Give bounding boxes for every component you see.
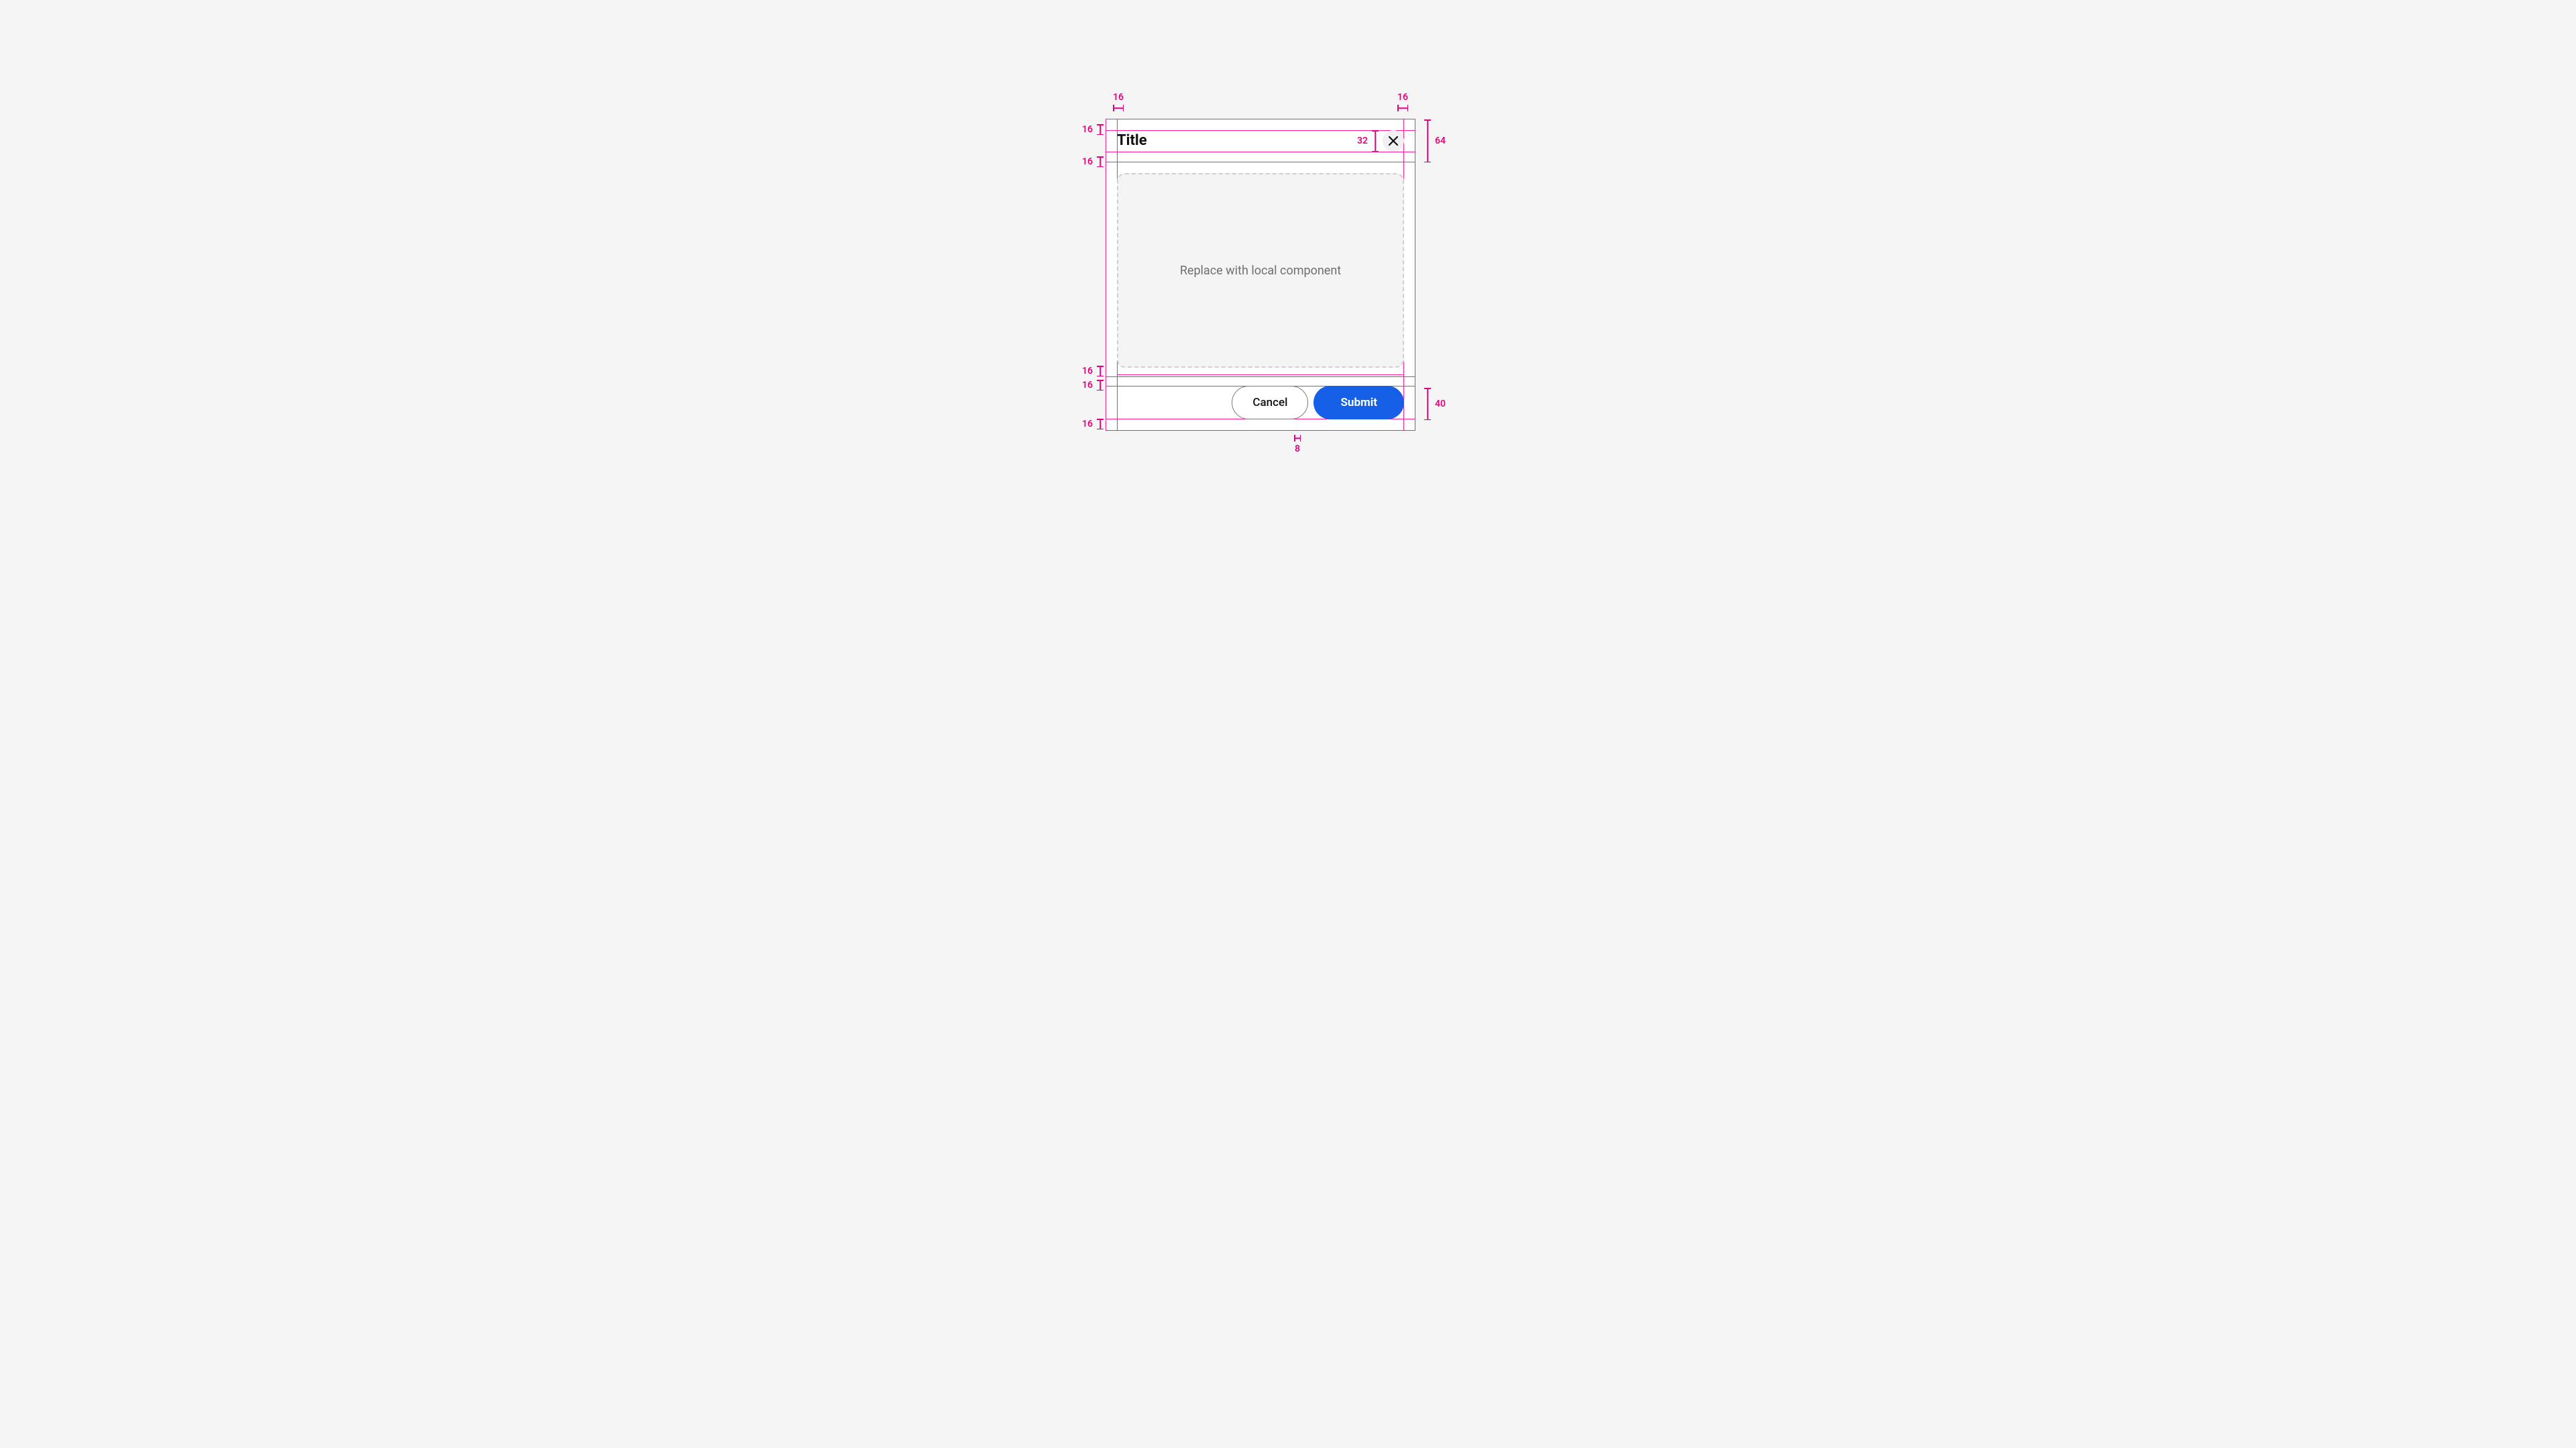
dim-label: 40 — [1435, 399, 1446, 409]
dim-label: 64 — [1435, 136, 1446, 146]
modal-title: Title — [1117, 130, 1147, 152]
dim-button-height-40: 40 — [1424, 388, 1446, 420]
dim-header-height-64: 64 — [1424, 119, 1446, 162]
cancel-button[interactable]: Cancel — [1232, 386, 1308, 419]
dim-footer-gap-top-16: 16 — [1082, 366, 1104, 376]
content-placeholder: Replace with local component — [1117, 173, 1404, 368]
dim-label: 16 — [1082, 125, 1093, 134]
dim-top-right-16: 16 — [1397, 93, 1408, 111]
dim-label: 16 — [1082, 380, 1093, 390]
dim-button-gap-8: 8 — [1294, 435, 1301, 454]
submit-button-label: Submit — [1340, 396, 1377, 409]
close-button[interactable] — [1383, 130, 1404, 152]
modal-body: Replace with local component — [1117, 173, 1404, 368]
dim-header-bottom-16: 16 — [1082, 156, 1104, 167]
dim-label: 16 — [1082, 366, 1093, 376]
dim-footer-gap-inner-16: 16 — [1082, 380, 1104, 391]
dim-header-top-16: 16 — [1082, 124, 1104, 135]
modal-footer: Cancel Submit — [1117, 374, 1404, 419]
modal-header: Title — [1106, 119, 1415, 162]
dim-label: 16 — [1397, 93, 1408, 102]
dim-label: 16 — [1082, 419, 1093, 429]
close-icon — [1389, 136, 1398, 146]
submit-button[interactable]: Submit — [1313, 386, 1404, 419]
cancel-button-label: Cancel — [1252, 396, 1287, 409]
dim-label: 16 — [1082, 157, 1093, 166]
dim-footer-bottom-16: 16 — [1082, 419, 1104, 429]
placeholder-text: Replace with local component — [1180, 264, 1341, 278]
modal-dialog: 32 Title Replace with local component — [1106, 119, 1415, 430]
dim-top-left-16: 16 — [1113, 93, 1124, 111]
dim-label: 16 — [1113, 93, 1124, 102]
dim-label: 8 — [1295, 444, 1300, 454]
